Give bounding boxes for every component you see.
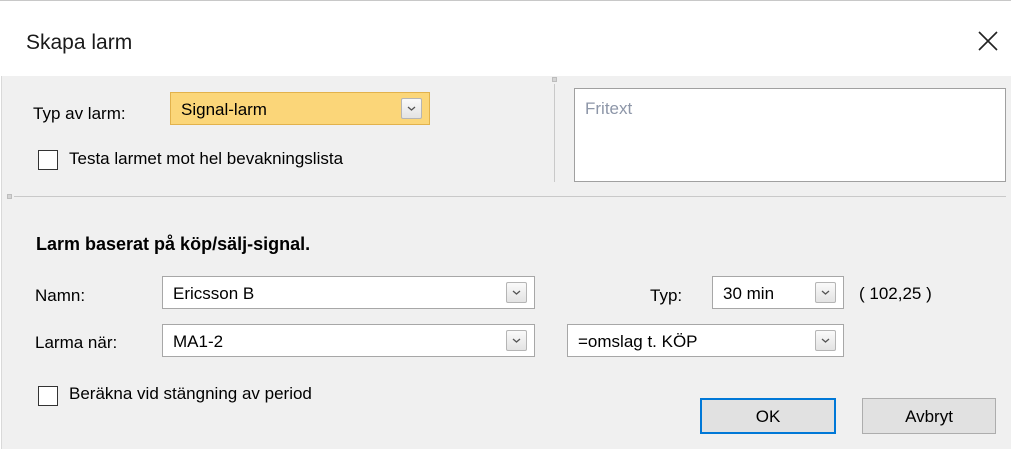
chevron-down-icon[interactable]	[401, 98, 422, 119]
name-dropdown[interactable]: Ericsson B	[162, 276, 535, 309]
close-icon[interactable]	[970, 23, 1006, 59]
condition-value: =omslag t. KÖP	[578, 332, 698, 351]
alarm-type-dropdown[interactable]: Signal-larm	[170, 92, 430, 125]
test-watchlist-checkbox[interactable]	[38, 150, 58, 170]
dialog-body: Typ av larm: Signal-larm Testa larmet mo…	[1, 76, 1011, 449]
type-label: Typ:	[650, 286, 683, 305]
calc-on-close-label: Beräkna vid stängning av period	[69, 384, 312, 403]
name-label: Namn:	[35, 286, 86, 305]
indicator-value: MA1-2	[173, 332, 224, 351]
section-title: Larm baserat på köp/sälj-signal.	[36, 234, 311, 254]
price-readout: ( 102,25 )	[859, 284, 932, 303]
horizontal-splitter[interactable]	[14, 196, 1006, 197]
type-value: 30 min	[723, 284, 775, 303]
name-value: Ericsson B	[173, 284, 255, 303]
calc-on-close-checkbox[interactable]	[38, 386, 58, 406]
title-bar: Skapa larm	[0, 0, 1011, 77]
freetext-area[interactable]: Fritext	[574, 88, 1006, 182]
test-watchlist-label: Testa larmet mot hel bevakningslista	[69, 149, 344, 168]
ok-button[interactable]: OK	[700, 398, 836, 434]
splitter-grip-icon	[552, 77, 557, 82]
chevron-down-icon[interactable]	[506, 330, 527, 351]
splitter-grip-icon	[7, 194, 12, 199]
freetext-placeholder: Fritext	[585, 99, 633, 118]
chevron-down-icon[interactable]	[815, 330, 836, 351]
alert-when-label: Larma när:	[35, 333, 118, 352]
cancel-button[interactable]: Avbryt	[862, 398, 996, 434]
chevron-down-icon[interactable]	[815, 282, 836, 303]
alarm-type-value: Signal-larm	[181, 100, 267, 119]
chevron-down-icon[interactable]	[506, 282, 527, 303]
type-dropdown[interactable]: 30 min	[712, 276, 844, 309]
vertical-splitter[interactable]	[554, 84, 555, 182]
dialog-title: Skapa larm	[26, 31, 133, 54]
alarm-type-label: Typ av larm:	[33, 104, 126, 123]
indicator-dropdown[interactable]: MA1-2	[162, 324, 535, 357]
condition-dropdown[interactable]: =omslag t. KÖP	[567, 324, 844, 357]
